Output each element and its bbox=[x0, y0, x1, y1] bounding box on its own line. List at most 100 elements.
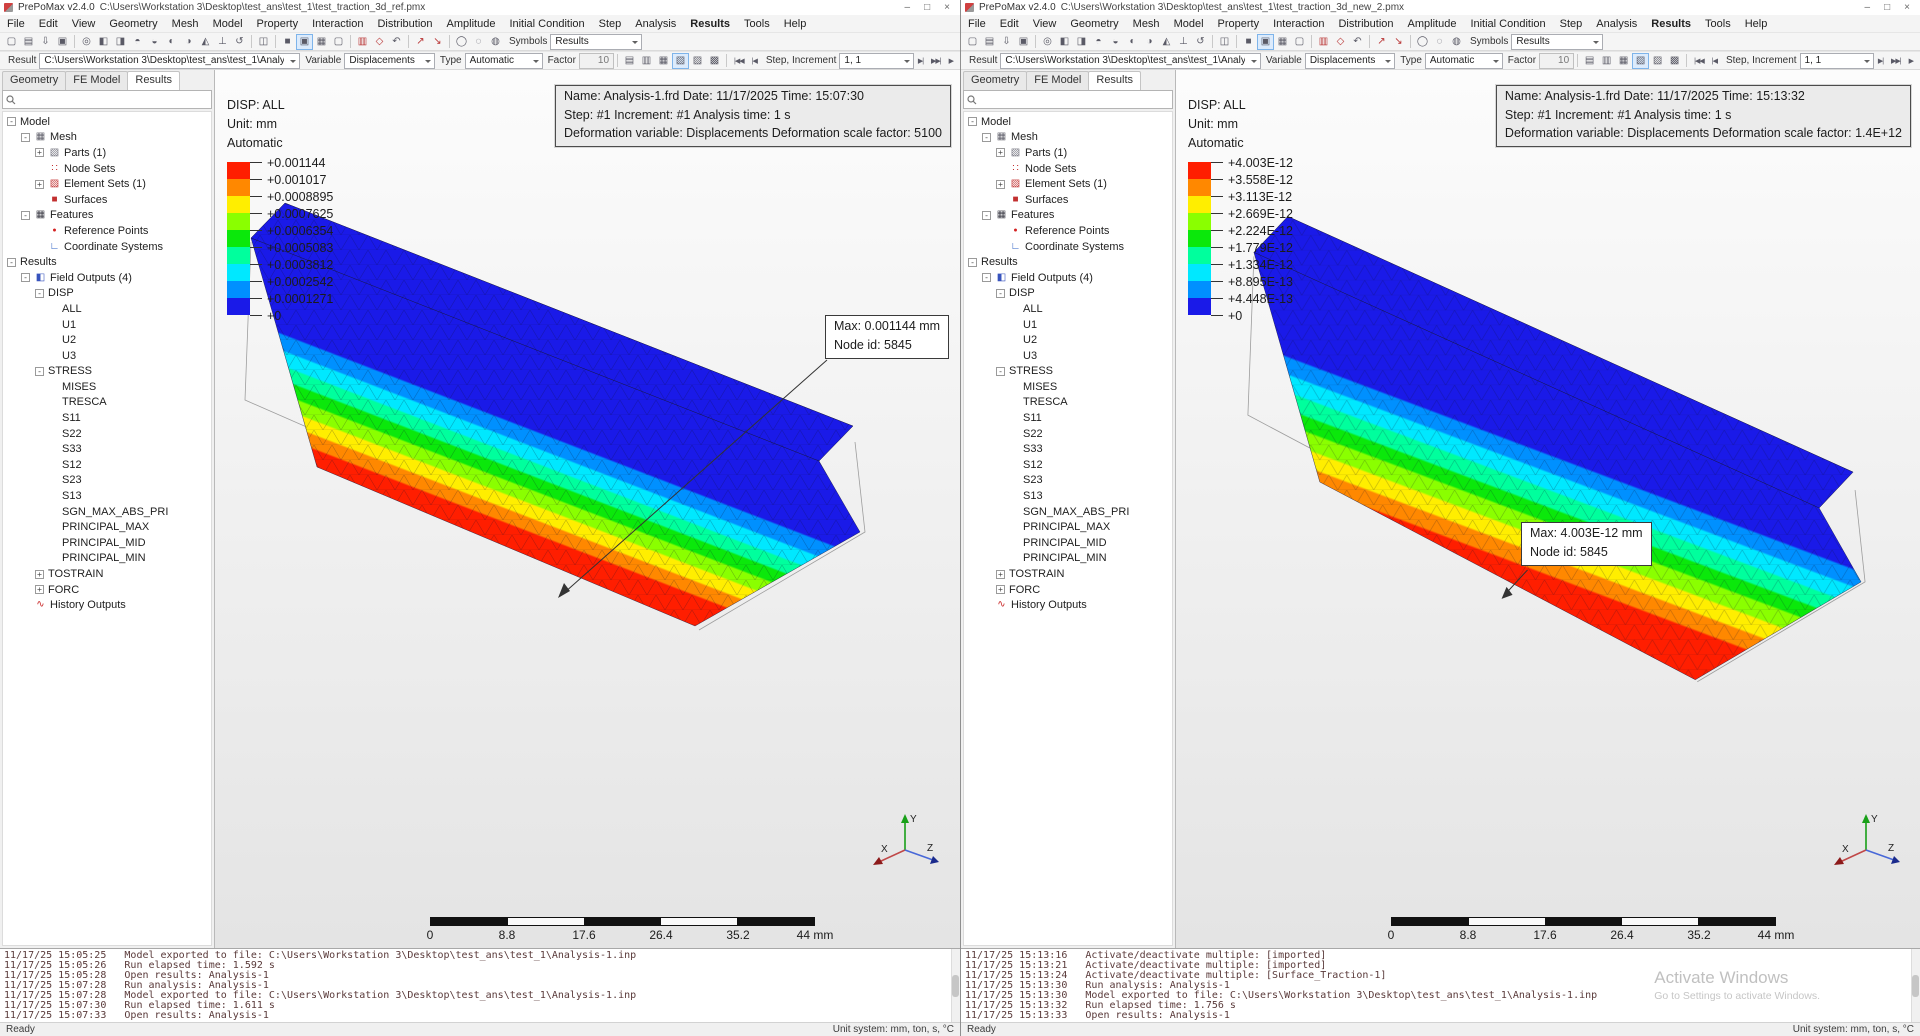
animate-icon[interactable]: ▶ bbox=[945, 53, 957, 69]
solid-with-edges-view-icon[interactable]: ▣ bbox=[296, 33, 313, 50]
log-scrollbar[interactable] bbox=[1911, 949, 1920, 1022]
tree-item[interactable]: - Features bbox=[3, 208, 211, 224]
tree-expander[interactable]: - bbox=[35, 367, 44, 376]
view-iso-icon[interactable]: ◭ bbox=[1158, 34, 1175, 50]
tree-item[interactable]: U2 bbox=[964, 332, 1172, 348]
tree-item[interactable]: Reference Points bbox=[964, 223, 1172, 239]
panel-tab[interactable]: Geometry bbox=[2, 71, 67, 90]
menu-item[interactable]: Step bbox=[592, 17, 629, 31]
tree-item[interactable]: U1 bbox=[964, 317, 1172, 333]
tree-expander[interactable]: - bbox=[21, 133, 30, 142]
last-increment-icon[interactable]: ▶▶| bbox=[927, 53, 945, 69]
menu-item[interactable]: Tools bbox=[1698, 17, 1738, 31]
menu-item[interactable]: Analysis bbox=[1589, 17, 1644, 31]
max-annotation[interactable]: Max: 4.003E-12 mm Node id: 5845 bbox=[1521, 522, 1652, 566]
tree-item[interactable]: S11 bbox=[3, 410, 211, 426]
menu-item[interactable]: File bbox=[961, 17, 993, 31]
symbols-select[interactable]: Results bbox=[1511, 33, 1604, 50]
panel-tab[interactable]: FE Model bbox=[1026, 71, 1090, 90]
view-right-icon[interactable]: ◑ bbox=[180, 34, 197, 50]
tree-item[interactable]: S23 bbox=[964, 473, 1172, 489]
undeformed-shape-icon[interactable]: ▤ bbox=[621, 53, 638, 69]
tree-search[interactable] bbox=[2, 90, 212, 109]
title-bar[interactable]: PrePoMax v2.4.0 C:\Users\Workstation 3\D… bbox=[961, 0, 1920, 15]
tree-item[interactable]: + FORC bbox=[964, 582, 1172, 598]
view-left-icon[interactable]: ◐ bbox=[1124, 34, 1141, 50]
menu-item[interactable]: Help bbox=[777, 17, 814, 31]
tree-item[interactable]: S11 bbox=[964, 410, 1172, 426]
undeformed-and-deformed-icon[interactable]: ▦ bbox=[1615, 53, 1632, 69]
viewport[interactable]: DISP: ALL Unit: mm Automatic +0.001144 +0… bbox=[215, 70, 960, 948]
tree-item[interactable]: PRINCIPAL_MIN bbox=[964, 551, 1172, 567]
close-button[interactable]: × bbox=[1904, 2, 1910, 13]
tree-expander[interactable]: + bbox=[996, 148, 1005, 158]
transparency-icon[interactable]: ◍ bbox=[487, 34, 504, 50]
tree-item[interactable]: - STRESS bbox=[964, 364, 1172, 380]
factor-input[interactable]: 10 bbox=[578, 52, 615, 69]
tree-item[interactable]: + Element Sets (1) bbox=[964, 176, 1172, 192]
tree-item[interactable]: Surfaces bbox=[964, 192, 1172, 208]
remove-annotations-icon[interactable]: ↘ bbox=[429, 34, 446, 50]
view-top-icon[interactable]: ◓ bbox=[1090, 34, 1107, 50]
tree-expander[interactable]: - bbox=[21, 273, 30, 283]
open-icon[interactable]: ▤ bbox=[981, 34, 998, 50]
menu-item[interactable]: Results bbox=[1644, 17, 1698, 31]
menu-item[interactable]: Edit bbox=[993, 17, 1026, 31]
tree-item[interactable]: TRESCA bbox=[3, 395, 211, 411]
menu-item[interactable]: Mesh bbox=[1126, 17, 1167, 31]
menu-item[interactable]: Mesh bbox=[165, 17, 206, 31]
symbols-select[interactable]: Results bbox=[550, 33, 643, 50]
tree-expander[interactable]: + bbox=[996, 585, 1005, 595]
results-on-deformed-icon[interactable]: ▧ bbox=[1632, 52, 1650, 69]
tree-expander[interactable]: + bbox=[996, 569, 1005, 579]
save-icon[interactable]: ▣ bbox=[54, 34, 71, 50]
close-button[interactable]: × bbox=[944, 2, 950, 13]
menu-item[interactable]: Help bbox=[1738, 17, 1775, 31]
tree-item[interactable]: MISES bbox=[3, 379, 211, 395]
menu-item[interactable]: Step bbox=[1553, 17, 1590, 31]
type-select[interactable]: Automatic bbox=[1424, 52, 1503, 69]
wireframe-view-icon[interactable]: ▦ bbox=[1274, 34, 1291, 50]
tree-item[interactable]: U3 bbox=[964, 348, 1172, 364]
panel-tab[interactable]: Geometry bbox=[963, 71, 1028, 90]
results-color-contours-icon[interactable]: ▥ bbox=[354, 34, 371, 50]
tree-item[interactable]: U1 bbox=[3, 317, 211, 333]
view-bottom-icon[interactable]: ◒ bbox=[146, 34, 163, 50]
menu-item[interactable]: Initial Condition bbox=[502, 17, 591, 31]
tree-item[interactable]: S22 bbox=[3, 426, 211, 442]
undeformed-shape-icon[interactable]: ▤ bbox=[1581, 53, 1598, 69]
tree-expander[interactable]: - bbox=[982, 133, 991, 142]
tree-item[interactable]: Coordinate Systems bbox=[964, 239, 1172, 255]
solid-with-edges-view-icon[interactable]: ▣ bbox=[1257, 33, 1274, 50]
previous-increment-icon[interactable]: |◀ bbox=[1708, 53, 1721, 69]
tree-item[interactable]: + Parts (1) bbox=[964, 145, 1172, 161]
menu-item[interactable]: Model bbox=[1167, 17, 1211, 31]
menu-item[interactable]: Amplitude bbox=[1401, 17, 1464, 31]
show-all-icon[interactable]: ◯ bbox=[1414, 34, 1431, 50]
view-front-icon[interactable]: ◧ bbox=[95, 34, 112, 50]
results-color-contours-icon[interactable]: ▥ bbox=[1315, 34, 1332, 50]
results-with-edges-icon[interactable]: ▩ bbox=[1666, 53, 1683, 69]
tree-item[interactable]: SGN_MAX_ABS_PRI bbox=[3, 504, 211, 520]
tree-search-input[interactable] bbox=[980, 93, 1169, 106]
open-icon[interactable]: ▤ bbox=[20, 34, 37, 50]
query-icon[interactable]: ↗ bbox=[412, 34, 429, 50]
menu-item[interactable]: Property bbox=[250, 17, 306, 31]
tree-item[interactable]: S33 bbox=[964, 441, 1172, 457]
step-increment-select[interactable]: 1, 1 bbox=[839, 52, 914, 69]
type-select[interactable]: Automatic bbox=[464, 52, 543, 69]
menu-item[interactable]: Distribution bbox=[370, 17, 439, 31]
panel-tab[interactable]: Results bbox=[127, 71, 181, 90]
solid-view-icon[interactable]: ■ bbox=[1240, 34, 1257, 50]
section-view-icon[interactable]: ◫ bbox=[1216, 34, 1233, 50]
previous-increment-icon[interactable]: |◀ bbox=[748, 53, 761, 69]
tree-item[interactable]: U3 bbox=[3, 348, 211, 364]
new-icon[interactable]: ▢ bbox=[3, 34, 20, 50]
view-right-icon[interactable]: ◑ bbox=[1141, 34, 1158, 50]
message-log[interactable]: 11/17/25 15:13:16 Activate/deactivate mu… bbox=[961, 948, 1920, 1022]
result-file-select[interactable]: C:\Users\Workstation 3\Desktop\test_ans\… bbox=[39, 52, 301, 69]
title-bar[interactable]: PrePoMax v2.4.0 C:\Users\Workstation 3\D… bbox=[0, 0, 960, 15]
results-with-undeformed-icon[interactable]: ▨ bbox=[689, 53, 706, 69]
tree-item[interactable]: - Field Outputs (4) bbox=[964, 270, 1172, 286]
animate-icon[interactable]: ▶ bbox=[1905, 53, 1917, 69]
